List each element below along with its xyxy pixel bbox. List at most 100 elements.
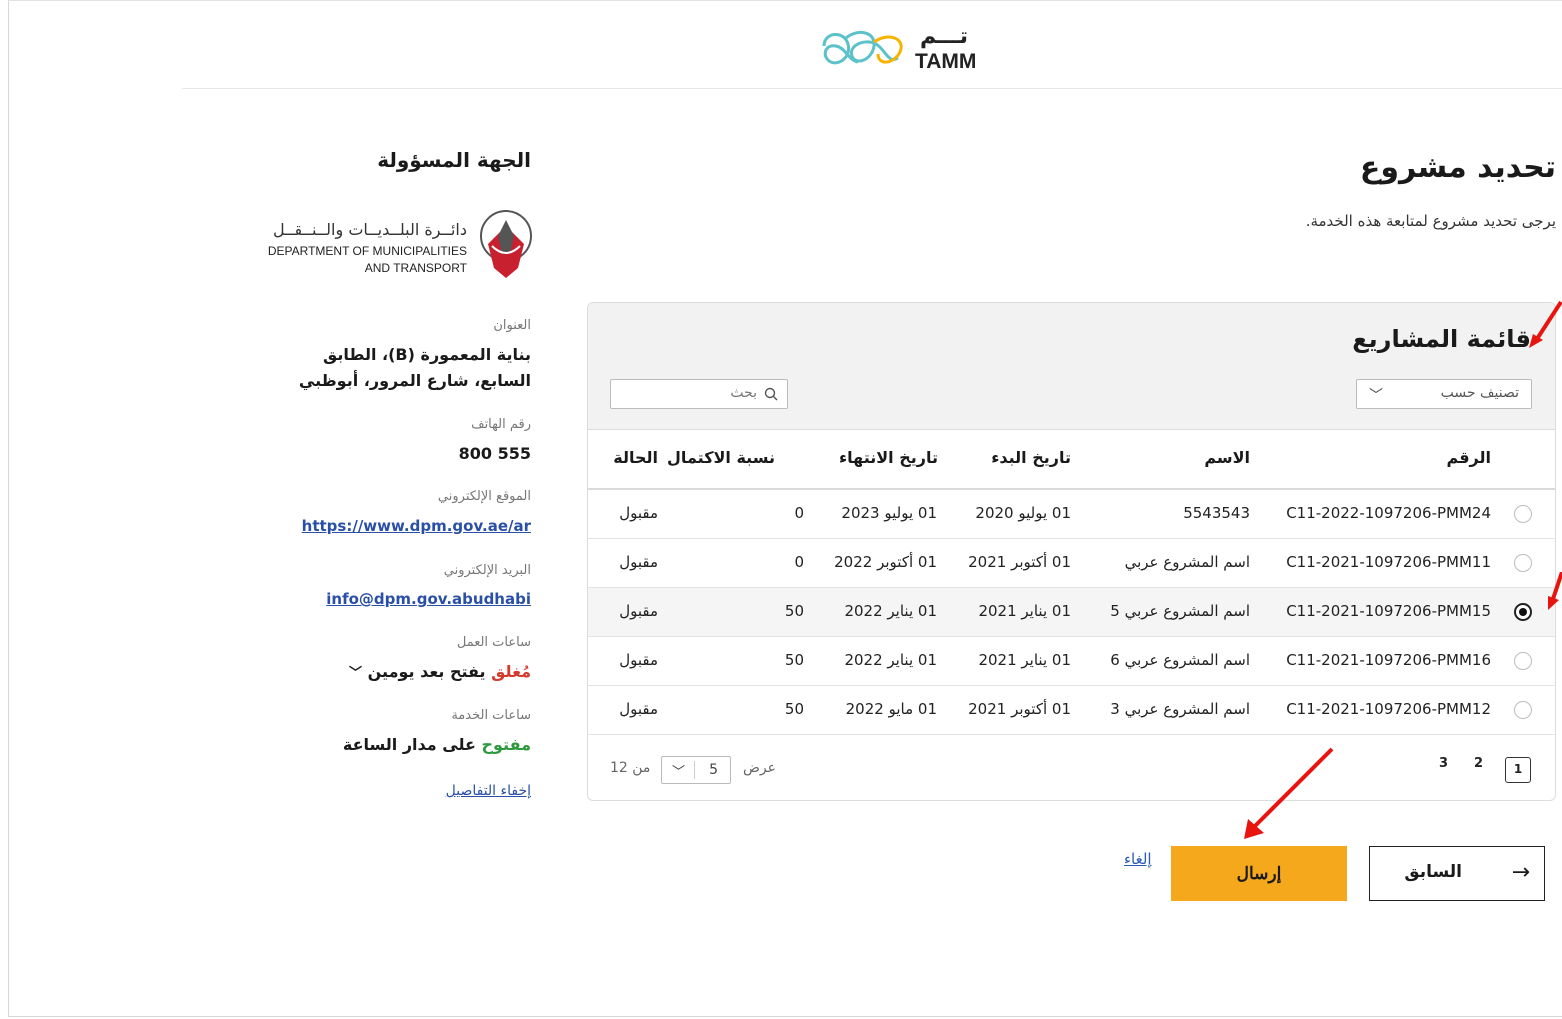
cell-completion: 0 [794, 553, 804, 571]
table-row[interactable]: C11-2022-1097206-PMM24 5543543 01 يوليو 20… [588, 490, 1555, 539]
cell-status: مقبول [619, 651, 658, 669]
cell-number: C11-2021-1097206-PMM12 [1286, 700, 1491, 718]
column-header-end-date: تاريخ الانتهاء [838, 448, 938, 467]
row-select-radio[interactable] [1514, 554, 1532, 572]
cell-start-date: 01 أكتوبر 2021 [968, 553, 1071, 571]
column-header-name: الاسم [1204, 448, 1250, 467]
cell-completion: 50 [784, 700, 804, 718]
table-row[interactable]: C11-2021-1097206-PMM15 اسم المشروع عربي 5… [588, 588, 1555, 637]
phone-label: رقم الهاتف [471, 417, 531, 432]
page-1-button[interactable]: 1 [1505, 757, 1531, 783]
department-name-english-2: AND TRANSPORT [364, 261, 467, 275]
cell-end-date: 01 أكتوبر 2022 [834, 553, 937, 571]
cell-number: C11-2021-1097206-PMM16 [1286, 651, 1491, 669]
logo-arabic-text: تـــم [920, 24, 969, 49]
send-button[interactable]: إرسال [1171, 846, 1347, 901]
phone-number: 800 555 [458, 444, 531, 463]
cell-start-date: 01 يوليو 2020 [975, 504, 1071, 522]
cell-start-date: 01 يناير 2021 [978, 651, 1071, 669]
table-row[interactable]: C11-2021-1097206-PMM16 اسم المشروع عربي 6… [588, 637, 1555, 686]
total-count-label: من 12 [610, 760, 651, 776]
row-select-radio[interactable] [1514, 505, 1532, 523]
page-title: تحديد مشروع [1359, 150, 1556, 185]
cell-completion: 0 [794, 504, 804, 522]
projects-card: قائمة المشاريع تصنيف حسب ﹀ بحث الرقم الا… [587, 302, 1556, 801]
table-row[interactable]: C11-2021-1097206-PMM11 اسم المشروع عربي 01… [588, 539, 1555, 588]
chevron-down-icon: ﹀ [672, 765, 686, 780]
cell-status: مقبول [619, 504, 658, 522]
website-link[interactable]: https://www.dpm.gov.ae/ar [302, 517, 531, 535]
department-name-english-1: DEPARTMENT OF MUNICIPALITIES [267, 244, 467, 258]
work-hours-label: ساعات العمل [456, 635, 531, 650]
column-header-status: الحالة [613, 448, 658, 467]
cell-name: اسم المشروع عربي 5 [1110, 602, 1250, 620]
cell-number: C11-2021-1097206-PMM11 [1286, 553, 1491, 571]
cell-status: مقبول [619, 700, 658, 718]
previous-button[interactable]: السابق → [1369, 846, 1545, 901]
cell-start-date: 01 يناير 2021 [978, 602, 1071, 620]
select-divider [694, 761, 695, 779]
cell-name: 5543543 [1183, 504, 1250, 522]
hide-details-link[interactable]: إخفاء التفاصيل [446, 783, 531, 799]
column-header-start-date: تاريخ البدء [991, 448, 1071, 467]
cell-start-date: 01 أكتوبر 2021 [968, 700, 1071, 718]
rows-per-page-value: 5 [709, 762, 718, 778]
cell-number: C11-2022-1097206-PMM24 [1286, 504, 1491, 522]
search-input[interactable]: بحث [610, 379, 788, 409]
chevron-down-icon: ﹀ [1369, 388, 1383, 404]
cell-name: اسم المشروع عربي [1124, 553, 1250, 571]
header-divider [182, 88, 1562, 89]
cell-end-date: 01 يوليو 2023 [841, 504, 937, 522]
column-header-completion: نسبة الاكتمال [667, 448, 775, 467]
email-link[interactable]: info@dpm.gov.abudhabi [326, 590, 531, 608]
service-status-open: مفتوح [481, 735, 531, 754]
logo-english-text: TAMM [915, 50, 977, 73]
address-label: العنوان [493, 318, 531, 333]
row-select-radio[interactable] [1514, 603, 1532, 621]
column-header-number: الرقم [1446, 448, 1491, 467]
cell-end-date: 01 يناير 2022 [844, 602, 937, 620]
abu-dhabi-emblem-icon [480, 210, 532, 278]
page-3-button[interactable]: 3 [1439, 756, 1448, 771]
cell-end-date: 01 مايو 2022 [845, 700, 937, 718]
cell-completion: 50 [784, 602, 804, 620]
rows-per-page-select[interactable]: 5 ﹀ [661, 756, 731, 784]
cell-status: مقبول [619, 553, 658, 571]
projects-list-title: قائمة المشاريع [1352, 325, 1531, 353]
chevron-down-icon: ﹀ [349, 666, 363, 681]
arrow-right-icon: → [1511, 860, 1530, 885]
cell-name: اسم المشروع عربي 3 [1110, 700, 1250, 718]
search-icon [764, 387, 778, 401]
row-select-radio[interactable] [1514, 652, 1532, 670]
department-name-arabic: دائــرة البلــديــات والــنــقــل [273, 220, 467, 239]
service-hours-label: ساعات الخدمة [451, 708, 531, 723]
table-row[interactable]: C11-2021-1097206-PMM12 اسم المشروع عربي 3… [588, 686, 1555, 735]
website-label: الموقع الإلكتروني [437, 489, 531, 504]
address-line-1: بناية المعمورة (B)، الطابق [322, 345, 531, 364]
tamm-logo-icon [822, 30, 903, 65]
sort-by-select[interactable]: تصنيف حسب ﹀ [1356, 379, 1532, 409]
sort-by-placeholder: تصنيف حسب [1440, 385, 1519, 401]
work-hours-toggle[interactable]: مُغلق يفتح بعد يومين ﹀ [349, 662, 531, 681]
page-2-button[interactable]: 2 [1474, 756, 1483, 771]
previous-button-label: السابق [1404, 862, 1462, 882]
service-hours-value: مفتوح على مدار الساعة [343, 735, 531, 754]
responsible-entity-title: الجهة المسؤولة [377, 148, 531, 172]
cell-number: C11-2021-1097206-PMM15 [1286, 602, 1491, 620]
cell-completion: 50 [784, 651, 804, 669]
projects-card-header [588, 303, 1555, 430]
page-subtitle: يرجى تحديد مشروع لمتابعة هذه الخدمة. [1305, 212, 1556, 230]
tamm-logo[interactable]: تـــم TAMM [818, 24, 998, 76]
address-line-2: السابع، شارع المرور، أبوظبي [298, 371, 531, 390]
work-status-closed: مُغلق [491, 662, 531, 681]
rows-per-page-label: عرض [743, 760, 777, 776]
cancel-link[interactable]: إلغاء [1124, 850, 1152, 868]
cell-name: اسم المشروع عربي 6 [1110, 651, 1250, 669]
row-select-radio[interactable] [1514, 701, 1532, 719]
search-placeholder: بحث [730, 385, 757, 401]
cell-status: مقبول [619, 602, 658, 620]
cell-end-date: 01 يناير 2022 [844, 651, 937, 669]
email-label: البريد الإلكتروني [443, 563, 531, 578]
service-hours-text: على مدار الساعة [342, 735, 476, 754]
work-opens-text: يفتح بعد يومين [367, 662, 486, 681]
